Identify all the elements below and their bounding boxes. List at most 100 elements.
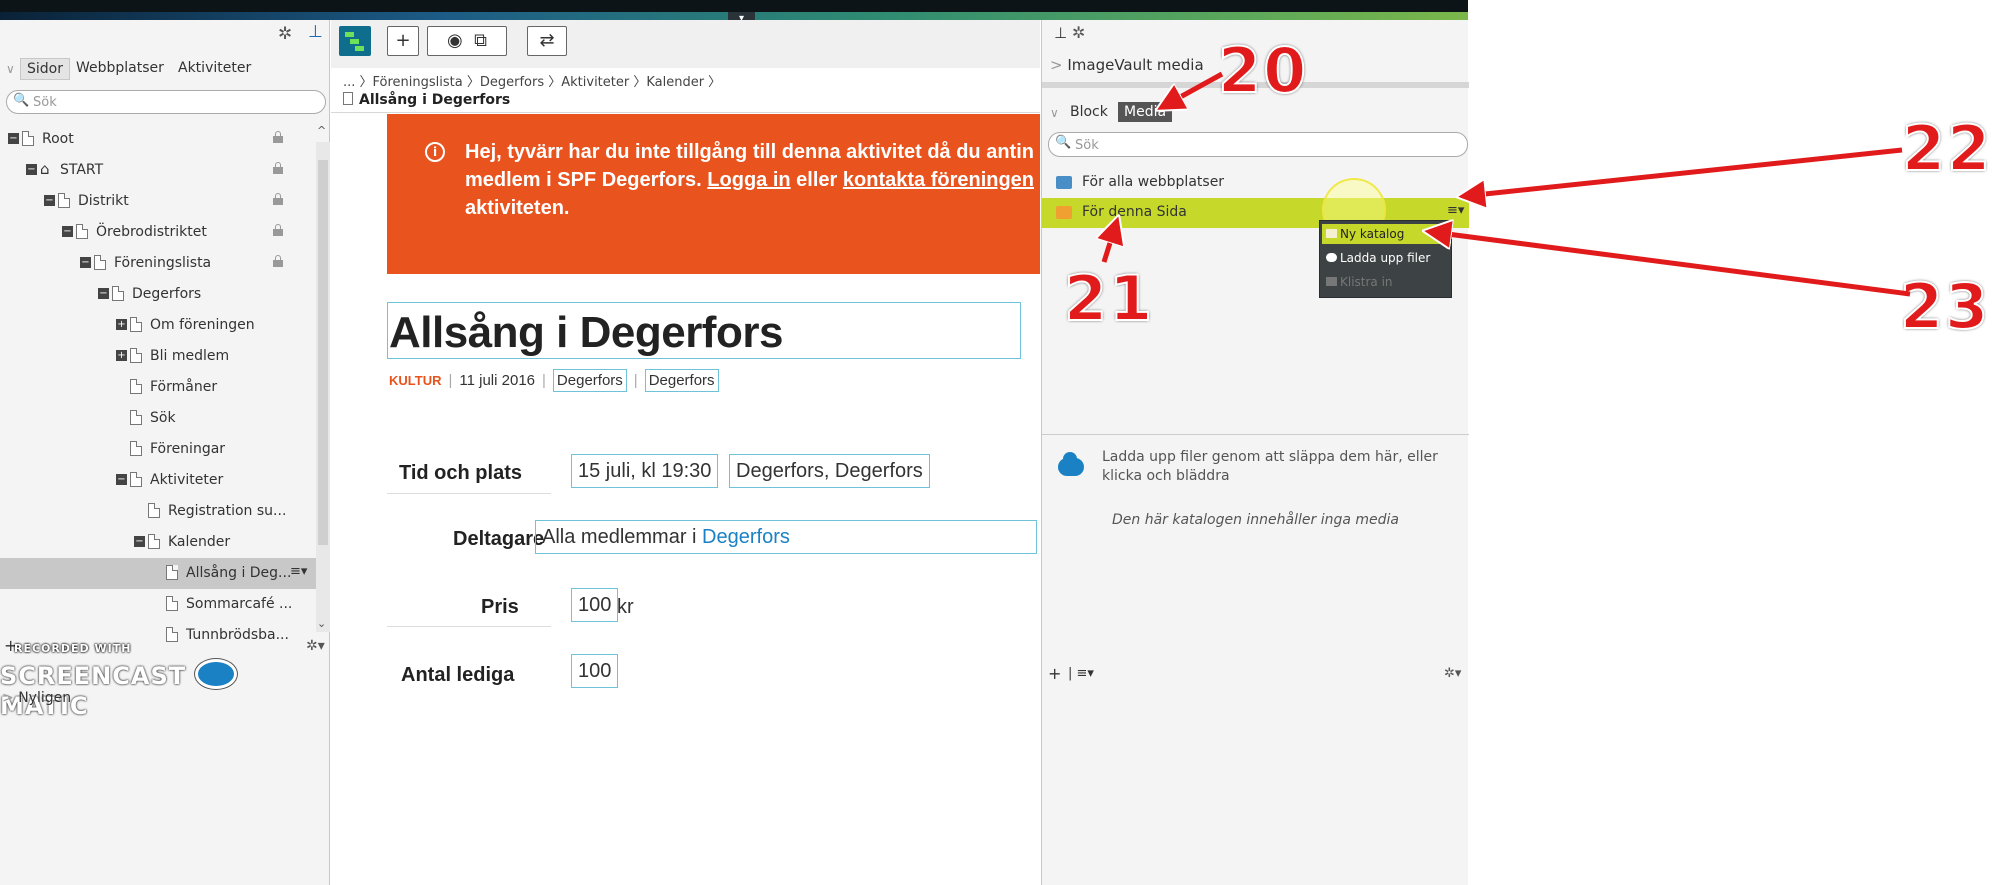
folder-icon: [1056, 206, 1072, 219]
page-icon: [76, 224, 88, 239]
collapse-icon[interactable]: −: [134, 536, 145, 547]
tab-media[interactable]: Media: [1118, 102, 1173, 122]
recent-section[interactable]: > Nyligen: [2, 690, 71, 706]
tree-item-label: Örebrodistriktet: [96, 224, 207, 240]
add-button[interactable]: +: [387, 26, 419, 56]
chevron-right-icon: >: [2, 690, 19, 706]
breadcrumb[interactable]: ... 〉Föreningslista 〉Degerfors 〉Aktivite…: [343, 71, 721, 90]
tab-webbplatser[interactable]: Webbplatser: [70, 58, 170, 78]
tab-aktiviteter[interactable]: Aktiviteter: [172, 58, 257, 78]
list-menu-icon[interactable]: | ≡▾: [1068, 666, 1094, 681]
tree-item[interactable]: Förmåner: [0, 372, 316, 403]
available-label: Antal lediga: [401, 664, 515, 686]
tree-item[interactable]: Sök: [0, 403, 316, 434]
alert-message: Hej, tyvärr har du inte tillgång till de…: [465, 138, 1040, 222]
preview-icon[interactable]: ⧉: [474, 30, 487, 51]
tree-item[interactable]: Föreningar: [0, 434, 316, 465]
page-icon: [148, 534, 160, 549]
place-field[interactable]: Degerfors: [644, 369, 719, 392]
tree-search-input[interactable]: 🔍 Sök: [6, 90, 326, 114]
menu-item-upload[interactable]: Ladda upp filer: [1322, 248, 1451, 268]
annotation-23: 23: [1899, 269, 1991, 344]
menu-item-paste[interactable]: Klistra in: [1322, 272, 1451, 292]
media-search-input[interactable]: 🔍 Sök: [1048, 132, 1468, 157]
divider: [331, 112, 1040, 113]
contact-link[interactable]: kontakta föreningen: [843, 169, 1034, 191]
collapse-icon[interactable]: −: [116, 474, 127, 485]
menu-label: Ladda upp filer: [1340, 251, 1431, 265]
expand-icon[interactable]: +: [116, 350, 127, 361]
tree-item[interactable]: + Om föreningen: [0, 310, 316, 341]
menu-item-new-folder[interactable]: Ny katalog: [1322, 224, 1451, 244]
date-label: 11 juli 2016: [459, 372, 536, 389]
tree-item[interactable]: Registration su...: [0, 496, 316, 527]
tree-item[interactable]: + Bli medlem: [0, 341, 316, 372]
annotation-20: 20: [1217, 33, 1309, 108]
place-field[interactable]: Degerfors, Degerfors: [729, 454, 930, 488]
compare-button[interactable]: ⇄: [527, 26, 567, 56]
price-unit: kr: [617, 596, 634, 618]
search-icon: 🔍: [1055, 135, 1072, 150]
folder-all-sites[interactable]: För alla webbplatser: [1042, 168, 1469, 198]
time-field[interactable]: 15 juli, kl 19:30: [571, 454, 719, 488]
context-menu-icon[interactable]: ≡▾: [290, 564, 307, 579]
eye-icon[interactable]: ◉: [447, 30, 463, 51]
tree-scrollbar-thumb[interactable]: [318, 160, 328, 545]
tree-item[interactable]: − Kalender: [0, 527, 316, 558]
tab-block[interactable]: Block: [1064, 102, 1114, 122]
login-link[interactable]: Logga in: [707, 169, 790, 191]
collapse-icon[interactable]: −: [62, 226, 73, 237]
context-menu-icon[interactable]: ≡▾: [1447, 203, 1464, 218]
collapse-icon[interactable]: −: [8, 133, 19, 144]
shared-folder-icon: [1056, 176, 1072, 189]
tree-item[interactable]: − Föreningslista: [0, 248, 316, 279]
tree-item[interactable]: Allsång i Deg... ≡▾: [0, 558, 316, 589]
collapse-icon[interactable]: −: [26, 164, 37, 175]
upload-info[interactable]: Ladda upp filer genom att släppa dem här…: [1102, 448, 1452, 486]
page-icon: [130, 410, 142, 425]
collapse-icon[interactable]: −: [98, 288, 109, 299]
participants-field[interactable]: Alla medlemmar i Degerfors: [535, 520, 1037, 554]
imagevault-label: ImageVault media: [1067, 56, 1204, 74]
view-buttons[interactable]: ◉ ⧉: [427, 26, 507, 56]
left-bottom-bar: + ✲▾ RECORDED WITH SCREENCAST MATIC > Ny…: [0, 632, 330, 885]
activity-heading[interactable]: Allsång i Degerfors: [389, 308, 783, 358]
empty-folder-text: Den här katalogen innehåller inga media: [1112, 512, 1399, 528]
tree-toggle-button[interactable]: [339, 26, 371, 56]
tree-item[interactable]: Sommarcafé ...: [0, 589, 316, 620]
imagevault-section[interactable]: > ImageVault media: [1050, 56, 1204, 74]
tree-item[interactable]: − Root: [0, 124, 316, 155]
separator: |: [542, 372, 546, 389]
collapse-icon[interactable]: −: [44, 195, 55, 206]
pin-icon[interactable]: ⊥: [1054, 24, 1067, 42]
gear-icon[interactable]: ✲: [278, 24, 292, 44]
available-field[interactable]: 100: [571, 654, 619, 688]
add-icon[interactable]: +: [1048, 664, 1061, 683]
tree-item[interactable]: − ⌂ START: [0, 155, 316, 186]
page-icon: [130, 472, 142, 487]
chevron-down-icon[interactable]: ∨: [1050, 106, 1059, 120]
tree-item-label: Föreningar: [150, 441, 226, 457]
page-tree-panel: ✲ ⊥ ∨ Sidor Webbplatser Aktiviteter 🔍 Sö…: [0, 20, 330, 885]
preview-area: + ◉ ⧉ ⇄ ... 〉Föreningslista 〉Degerfors 〉…: [331, 20, 1040, 885]
tree-item[interactable]: − Aktiviteter: [0, 465, 316, 496]
association-link[interactable]: Degerfors: [702, 526, 790, 548]
tab-sidor[interactable]: Sidor: [20, 58, 70, 80]
place-field[interactable]: Degerfors: [552, 369, 627, 392]
root-icon: [22, 131, 34, 146]
chevron-down-icon[interactable]: ∨: [6, 62, 15, 76]
price-field[interactable]: 100: [571, 588, 619, 622]
expand-icon[interactable]: +: [116, 319, 127, 330]
scroll-down-icon[interactable]: ⌄: [317, 617, 326, 630]
collapse-icon[interactable]: −: [80, 257, 91, 268]
menu-label: Ny katalog: [1340, 227, 1405, 241]
scroll-up-icon[interactable]: ^: [317, 124, 326, 137]
gear-icon[interactable]: ✲▾: [306, 638, 325, 654]
pin-icon[interactable]: ⊥: [308, 22, 323, 42]
tree-item[interactable]: − Degerfors: [0, 279, 316, 310]
tree-item[interactable]: − Örebrodistriktet: [0, 217, 316, 248]
gear-icon[interactable]: ✲: [1072, 23, 1085, 42]
alert-text: medlem i SPF Degerfors.: [465, 169, 708, 191]
tree-item[interactable]: − Distrikt: [0, 186, 316, 217]
gear-icon[interactable]: ✲▾: [1444, 666, 1461, 681]
